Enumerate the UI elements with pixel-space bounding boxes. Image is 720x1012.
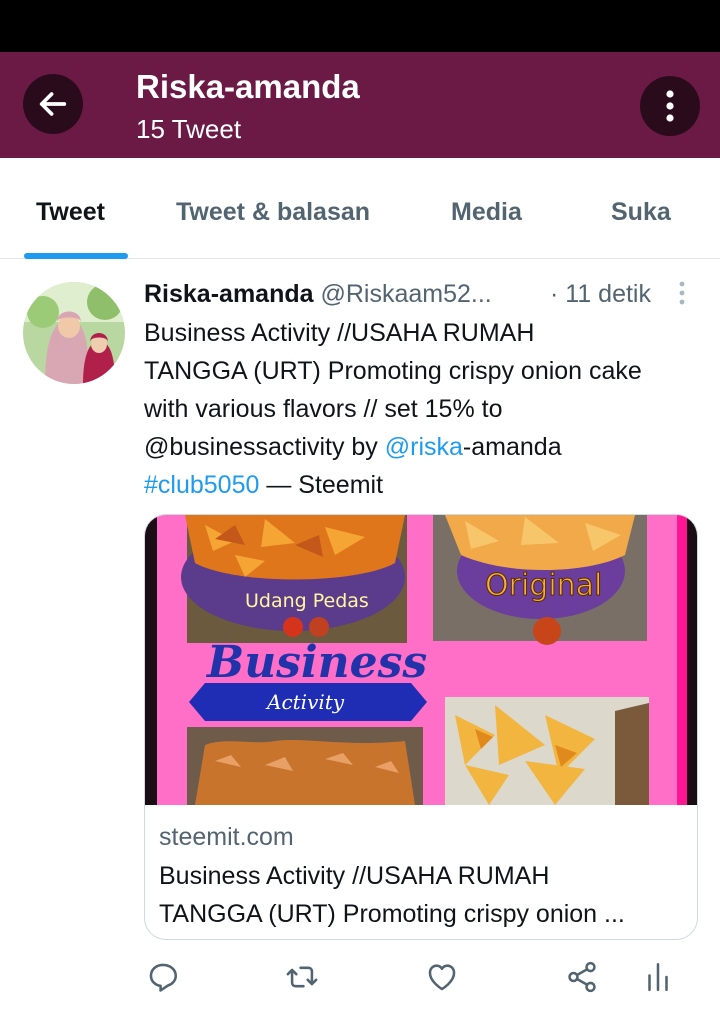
tweet-text-line: #club5050 — Steemit	[144, 466, 710, 504]
tab-media[interactable]: Media	[451, 198, 522, 227]
tweet-text-line: Business Activity //USAHA RUMAH	[144, 319, 535, 347]
card-image-label-activity: Activity	[265, 690, 345, 714]
tweet-actions	[0, 960, 720, 1000]
tweet-item[interactable]: Riska-amanda @Riskaam52... · 11 detik Bu…	[0, 260, 720, 1012]
avatar[interactable]	[23, 282, 125, 384]
tweet-more-icon[interactable]	[674, 280, 690, 310]
link-domain: steemit.com	[159, 823, 294, 851]
more-options-button[interactable]	[640, 76, 700, 136]
tweet-text: Business Activity //USAHA RUMAH TANGGA (…	[144, 314, 710, 504]
profile-header: Riska-amanda 15 Tweet	[0, 52, 720, 158]
more-vertical-icon	[666, 90, 674, 122]
card-image-label-udang: Udang Pedas	[245, 590, 369, 612]
hashtag-link[interactable]: #club5050	[144, 471, 259, 499]
link-title-line: TANGGA (URT) Promoting crispy onion ...	[159, 900, 625, 928]
tweet-text-line: @businessactivity by @riska-amanda	[144, 428, 710, 466]
link-preview-image: Udang Pedas Original Business Activity	[145, 515, 697, 805]
profile-tabs: Tweet Tweet & balasan Media Suka	[0, 158, 720, 259]
analytics-icon[interactable]	[641, 960, 675, 994]
share-icon[interactable]	[565, 960, 599, 994]
tweet-text-line: TANGGA (URT) Promoting crispy onion cake	[144, 357, 642, 385]
tab-likes[interactable]: Suka	[611, 198, 671, 227]
retweet-icon[interactable]	[285, 960, 319, 994]
tab-tweet[interactable]: Tweet	[36, 198, 105, 227]
author-handle[interactable]: @Riskaam52...	[320, 280, 491, 308]
author-name[interactable]: Riska-amanda	[144, 280, 314, 308]
tweet-text-mention-suffix: -amanda	[462, 433, 562, 461]
card-image-label-business: Business	[205, 637, 427, 688]
tweet-count: 15 Tweet	[136, 114, 242, 144]
card-image-label-original: Original	[485, 568, 602, 603]
tweet-text-mention-prefix: @businessactivity by	[144, 433, 385, 461]
link-title: Business Activity //USAHA RUMAH TANGGA (…	[159, 857, 687, 933]
tweet-text-tail: — Steemit	[259, 471, 384, 499]
tweet-time[interactable]: · 11 detik	[550, 280, 651, 309]
tweet-text-line: with various flavors // set 15% to	[144, 395, 503, 423]
status-bar	[0, 0, 720, 52]
link-title-line: Business Activity //USAHA RUMAH	[159, 862, 550, 890]
heart-icon[interactable]	[425, 960, 459, 994]
mention-link[interactable]: @riska	[385, 433, 463, 461]
active-tab-indicator	[24, 253, 128, 259]
tweet-header: Riska-amanda @Riskaam52... · 11 detik	[144, 280, 704, 312]
profile-name-title: Riska-amanda	[136, 68, 360, 105]
back-button[interactable]	[23, 74, 83, 134]
reply-icon[interactable]	[146, 960, 180, 994]
arrow-left-icon	[39, 92, 67, 116]
link-preview-card[interactable]: Udang Pedas Original Business Activity s…	[144, 514, 698, 940]
tab-tweet-and-replies[interactable]: Tweet & balasan	[176, 198, 370, 227]
